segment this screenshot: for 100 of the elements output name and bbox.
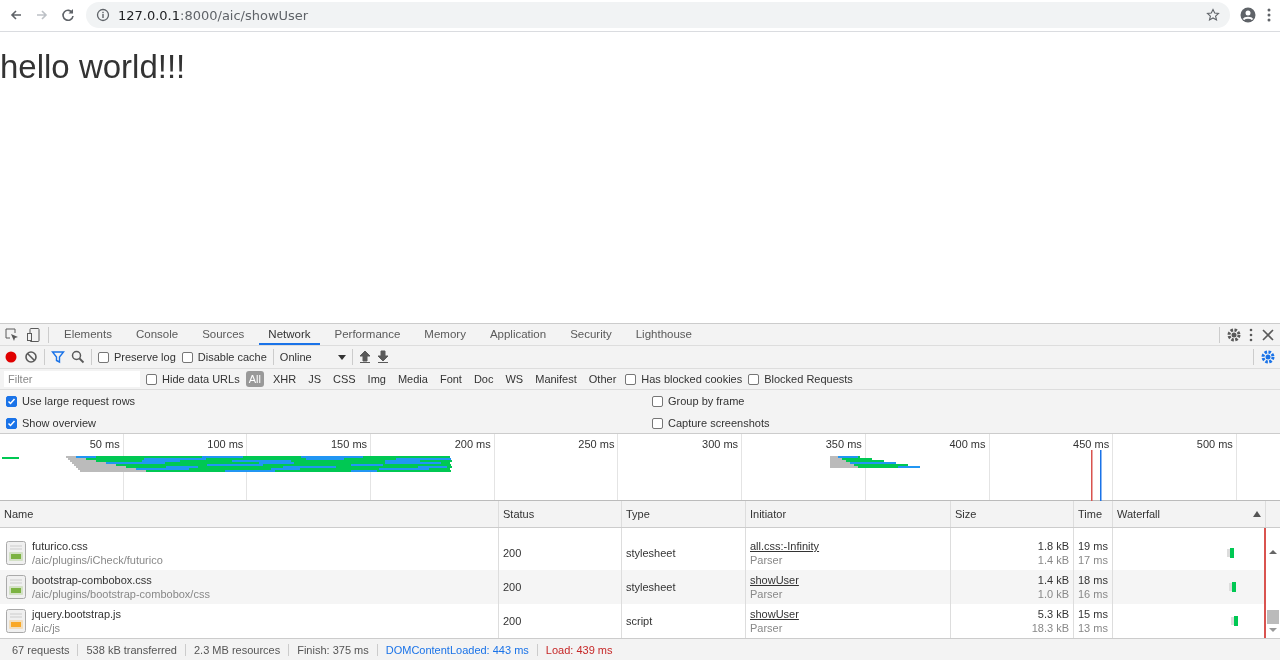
throttling-select[interactable]: Online <box>279 351 346 363</box>
initiator-link[interactable]: showUser <box>750 574 799 586</box>
column-header[interactable]: Initiator <box>746 501 951 527</box>
close-icon[interactable] <box>1260 326 1276 343</box>
type-filter[interactable]: Manifest <box>532 371 580 387</box>
column-header[interactable]: Status <box>499 501 622 527</box>
star-icon[interactable] <box>1206 8 1220 23</box>
time-tick-label: 50 ms <box>89 438 120 451</box>
waterfall-bar <box>1227 547 1235 559</box>
type-filter[interactable]: WS <box>502 371 527 387</box>
checkbox[interactable] <box>748 373 760 385</box>
search-icon[interactable] <box>71 350 85 364</box>
download-icon[interactable] <box>376 350 389 364</box>
type-filter[interactable]: Media <box>394 371 431 387</box>
profile-icon[interactable] <box>1240 7 1256 24</box>
devtools-tab[interactable]: Console <box>126 324 188 345</box>
type-filter[interactable]: JS <box>305 371 324 387</box>
menu-icon[interactable] <box>1266 7 1272 24</box>
status-text: 200 <box>503 581 522 593</box>
load-marker-line <box>1091 450 1093 501</box>
info-icon <box>96 8 110 23</box>
domcontentloaded-marker-line <box>1100 450 1102 501</box>
clear-icon[interactable] <box>24 350 38 364</box>
column-header[interactable]: Size <box>951 501 1074 527</box>
time-tick-label: 300 ms <box>702 438 739 451</box>
initiator-sub: Parser <box>750 588 783 600</box>
checkbox[interactable] <box>98 351 109 363</box>
time-tick-label: 100 ms <box>207 438 244 451</box>
checkbox-label: Show overview <box>22 417 96 429</box>
checkbox[interactable] <box>181 351 193 363</box>
devtools-tab[interactable]: Network <box>259 324 320 345</box>
status-text: 200 <box>503 547 522 559</box>
initiator-link[interactable]: showUser <box>750 608 799 620</box>
status-text: 538 kB transferred <box>78 643 186 656</box>
devtools-tab[interactable]: Lighthouse <box>626 324 701 345</box>
request-path: /aic/js <box>32 622 62 634</box>
time-tick-label: 250 ms <box>578 438 615 451</box>
size-sub: 1.4 kB <box>1037 554 1069 566</box>
filter-field[interactable]: Filter <box>4 371 140 387</box>
request-name: bootstrap-combobox.css <box>32 574 153 586</box>
column-header[interactable]: Waterfall <box>1113 501 1266 527</box>
checkbox[interactable] <box>625 373 637 385</box>
upload-icon[interactable] <box>358 350 371 364</box>
reload-icon[interactable] <box>60 7 76 24</box>
devtools-tab[interactable]: Performance <box>325 324 410 345</box>
checkbox-label: Use large request rows <box>22 395 136 407</box>
time-text: 18 ms <box>1078 574 1108 586</box>
device-toolbar-icon[interactable] <box>26 326 42 343</box>
time-text: 15 ms <box>1078 608 1108 620</box>
column-header[interactable]: Name <box>0 501 499 527</box>
time-sub: 16 ms <box>1078 588 1108 600</box>
type-filter[interactable]: Other <box>585 371 620 387</box>
script-file-icon <box>6 609 26 633</box>
status-text: 67 requests <box>4 643 79 656</box>
time-tick-label: 350 ms <box>825 438 862 451</box>
type-filter[interactable]: Img <box>364 371 389 387</box>
page-heading: hello world!!! <box>0 46 187 86</box>
settings-icon[interactable] <box>1226 326 1242 343</box>
devtools-tab[interactable]: Memory <box>415 324 475 345</box>
size-text: 1.4 kB <box>1037 574 1069 586</box>
size-text: 1.8 kB <box>1037 540 1069 552</box>
checkbox[interactable] <box>6 417 17 429</box>
type-filter[interactable]: XHR <box>269 371 300 387</box>
more-icon[interactable] <box>1248 326 1254 343</box>
column-header[interactable]: Time <box>1074 501 1113 527</box>
checkbox[interactable] <box>146 373 157 385</box>
checkbox[interactable] <box>652 395 663 407</box>
time-sub: 17 ms <box>1078 554 1108 566</box>
time-text: 19 ms <box>1078 540 1108 552</box>
filter-icon[interactable] <box>51 350 65 364</box>
type-text: stylesheet <box>626 547 676 559</box>
status-text: Load: 439 ms <box>544 643 614 656</box>
status-text: DOMContentLoaded: 443 ms <box>377 643 538 656</box>
record-icon[interactable] <box>4 350 18 364</box>
time-tick-label: 150 ms <box>331 438 368 451</box>
time-tick-label: 450 ms <box>1073 438 1110 451</box>
type-filter[interactable]: CSS <box>329 371 359 387</box>
initiator-link[interactable]: all.css:-Infinity <box>750 540 820 552</box>
devtools-tab[interactable]: Elements <box>55 324 121 345</box>
request-row[interactable]: bootstrap-combobox.css /aic/plugins/bootstrap-combobox/css 200 stylesheet showUser Parser 1.4 kB 1.0 kB 18 ms 16 ms <box>0 570 1266 604</box>
waterfall-bar <box>1229 581 1237 593</box>
waterfall-bar <box>1231 615 1239 627</box>
size-text: 5.3 kB <box>1037 608 1069 620</box>
type-text: script <box>626 615 653 627</box>
address-bar[interactable]: 127.0.0.1:8000/aic/showUser <box>86 2 1230 29</box>
size-sub: 18.3 kB <box>1031 622 1069 634</box>
size-sub: 1.0 kB <box>1037 588 1069 600</box>
devtools-tab[interactable]: Security <box>561 324 621 345</box>
status-text: Finish: 375 ms <box>289 643 378 656</box>
settings-icon[interactable] <box>1260 349 1276 365</box>
inspect-icon[interactable] <box>4 326 20 343</box>
sort-arrow-icon <box>1253 511 1261 517</box>
type-filter[interactable]: Font <box>436 371 465 387</box>
devtools-tab[interactable]: Application <box>480 324 556 345</box>
devtools-tab[interactable]: Sources <box>193 324 254 345</box>
checkbox[interactable] <box>652 417 663 429</box>
column-header[interactable]: Type <box>622 501 746 527</box>
type-filter[interactable]: Doc <box>470 371 497 387</box>
checkbox[interactable] <box>6 395 17 407</box>
request-path: /aic/plugins/bootstrap-combobox/css <box>32 588 210 600</box>
